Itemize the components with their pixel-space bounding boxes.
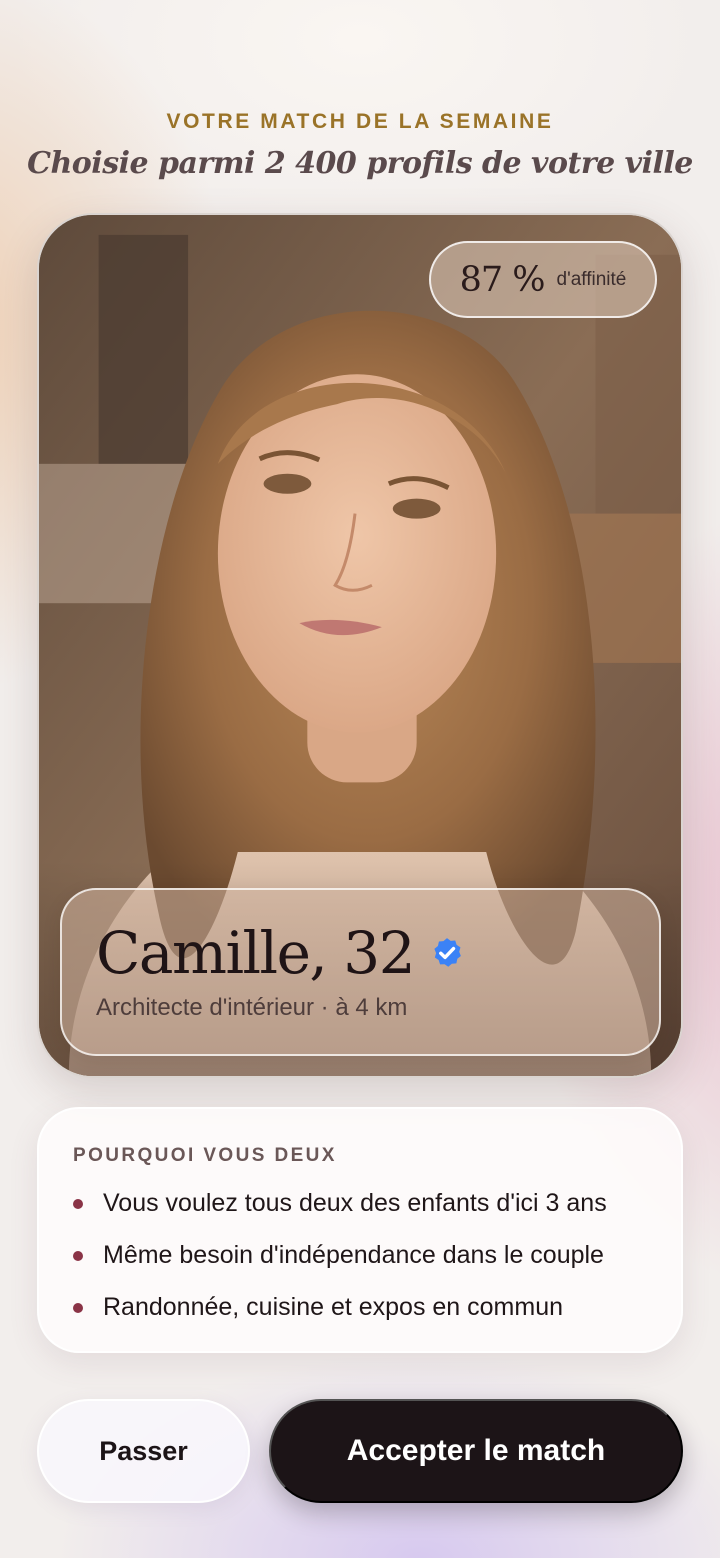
reasons-title: POURQUOI VOUS DEUX [73,1145,337,1166]
reason-item: Même besoin d'indépendance dans le coupl… [73,1241,604,1270]
affinity-label: d'affinité [556,268,627,290]
bullet-dot [73,1302,83,1313]
reason-item: Randonnée, cuisine et expos en commun [73,1293,563,1322]
reasons-card: POURQUOI VOUS DEUX Vous voulez tous deux… [37,1107,683,1353]
verified-check-icon [434,938,461,967]
page-subtitle: Choisie parmi 2 400 profils de votre vil… [27,146,693,181]
profile-name: Camille, 32 [96,919,416,987]
bullet-dot [73,1250,83,1261]
name-row: Camille, 32 [96,918,464,988]
affinity-value: 87 % [459,259,546,300]
reason-text: Vous voulez tous deux des enfants d'ici … [103,1189,607,1217]
skip-button[interactable]: Passer [37,1399,250,1503]
reason-text: Randonnée, cuisine et expos en commun [103,1293,564,1321]
profile-info-panel: Camille, 32 Architecte d'intérieur · à 4… [60,888,661,1056]
eyebrow-title: VOTRE MATCH DE LA SEMAINE [166,110,554,133]
affinity-badge: 87 % d'affinité [429,241,657,318]
bullet-dot [73,1198,83,1209]
reason-text: Même besoin d'indépendance dans le coupl… [103,1241,604,1269]
profile-details: Architecte d'intérieur · à 4 km [96,994,408,1021]
reason-item: Vous voulez tous deux des enfants d'ici … [73,1189,607,1218]
accept-match-button[interactable]: Accepter le match [269,1399,683,1503]
